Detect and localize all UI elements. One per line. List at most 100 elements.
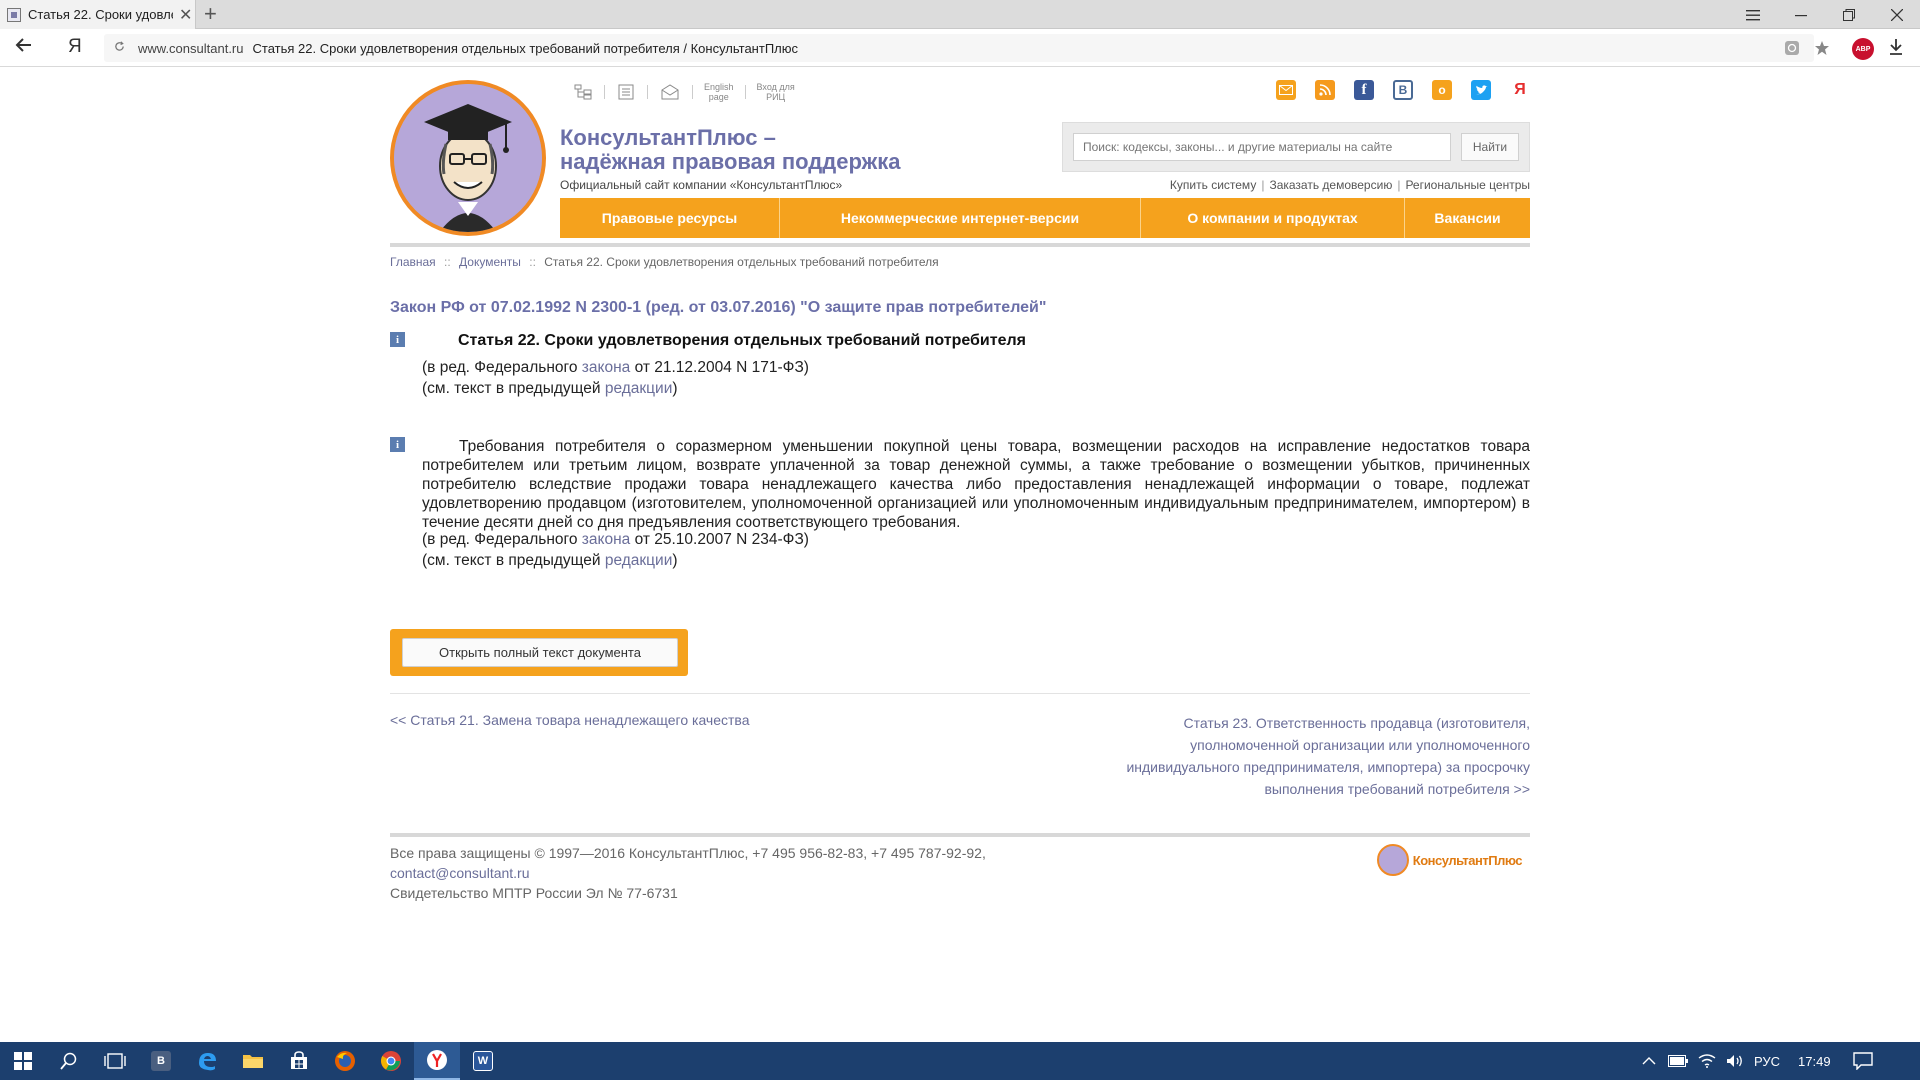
breadcrumb-documents[interactable]: Документы [459, 255, 521, 269]
protect-icon[interactable] [1782, 38, 1802, 58]
taskbar-chrome[interactable] [368, 1042, 414, 1080]
link-separator: | [1397, 178, 1401, 192]
menu-icon[interactable] [1730, 0, 1776, 29]
professor-mini-icon [1376, 844, 1409, 876]
volume-icon[interactable] [1726, 1054, 1744, 1068]
breadcrumb-separator: :: [529, 255, 536, 269]
nav-noncommercial-versions[interactable]: Некоммерческие интернет-версии [780, 198, 1141, 238]
download-icon[interactable] [1888, 38, 1904, 56]
professor-logo[interactable] [390, 80, 546, 236]
vkontakte-icon[interactable]: В [1393, 80, 1413, 100]
chevron-up-icon[interactable] [1642, 1056, 1656, 1066]
nav-about-company[interactable]: О компании и продуктах [1141, 198, 1405, 238]
taskbar-yandex-browser[interactable] [414, 1042, 460, 1080]
print-icon[interactable] [617, 84, 635, 100]
edition-link[interactable]: редакции [605, 380, 673, 397]
info-icon[interactable]: i [390, 332, 405, 347]
nav-vacancies[interactable]: Вакансии [1405, 198, 1530, 238]
brand-subtitle: Официальный сайт компании «КонсультантПл… [560, 178, 843, 192]
regional-centers-link[interactable]: Региональные центры [1405, 178, 1530, 192]
rss-icon[interactable] [1315, 80, 1335, 100]
tab-title: Статья 22. Сроки удовле [28, 7, 173, 22]
top-links: Купить систему | Заказать демоверсию | Р… [1170, 178, 1530, 192]
nav-legal-resources[interactable]: Правовые ресурсы [560, 198, 780, 238]
yandex-icon[interactable]: Я [1510, 80, 1530, 100]
chrome-icon [381, 1051, 401, 1071]
start-button[interactable] [0, 1042, 46, 1080]
taskbar-firefox[interactable] [322, 1042, 368, 1080]
icon-separator [744, 85, 746, 99]
notifications-icon[interactable] [1852, 1052, 1873, 1070]
brand-slogan: КонсультантПлюс – надёжная правовая подд… [560, 125, 901, 174]
buy-system-link[interactable]: Купить систему [1170, 178, 1256, 192]
footer-logo[interactable]: КонсультантПлюс [1376, 844, 1523, 876]
certificate-text: Свидетельство МПТР России Эл № 77-6731 [390, 885, 678, 901]
footer-logo-text: КонсультантПлюс [1412, 852, 1523, 868]
taskbar-explorer[interactable] [230, 1042, 276, 1080]
breadcrumb-home[interactable]: Главная [390, 255, 436, 269]
task-view-button[interactable] [92, 1042, 138, 1080]
info-icon[interactable]: i [390, 437, 405, 452]
english-page-link[interactable]: English page [704, 82, 734, 102]
article-paragraph: Требования потребителя о соразмерном уме… [422, 438, 1530, 531]
next-article-link[interactable]: Статья 23. Ответственность продавца (изг… [1090, 712, 1530, 800]
main-navigation: Правовые ресурсы Некоммерческие интернет… [560, 198, 1530, 238]
store-icon [291, 1051, 307, 1069]
odnoklassniki-icon[interactable]: о [1432, 80, 1452, 100]
professor-caricature-icon [394, 84, 542, 232]
input-language[interactable]: РУС [1754, 1054, 1780, 1069]
tab-bar: Статья 22. Сроки удовле ✕ + [0, 0, 1920, 29]
breadcrumb-separator: :: [444, 255, 451, 269]
footer-divider [390, 833, 1530, 837]
link-separator: | [1261, 178, 1265, 192]
bookmark-star-icon[interactable] [1812, 38, 1832, 58]
email-subscribe-icon[interactable] [1276, 80, 1296, 100]
new-tab-button[interactable]: + [204, 2, 217, 26]
breadcrumb: Главная :: Документы :: Статья 22. Сроки… [390, 255, 939, 269]
close-icon [1891, 8, 1903, 21]
restore-button[interactable] [1826, 0, 1872, 29]
order-demo-link[interactable]: Заказать демоверсию [1269, 178, 1392, 192]
search-input[interactable] [1073, 133, 1451, 161]
adblock-icon[interactable]: ABP [1852, 38, 1874, 60]
contact-email-link[interactable]: contact@consultant.ru [390, 863, 986, 883]
edition-link[interactable]: редакции [605, 552, 673, 569]
url-field[interactable]: www.consultant.ru Статья 22. Сроки удовл… [104, 34, 1829, 62]
open-full-text-panel: Открыть полный текст документа [390, 629, 688, 676]
facebook-icon[interactable]: f [1354, 80, 1374, 100]
twitter-icon[interactable] [1471, 80, 1491, 100]
restore-icon [1843, 8, 1855, 21]
search-button[interactable] [46, 1042, 92, 1080]
mail-icon[interactable] [660, 84, 680, 100]
taskbar-edge[interactable] [184, 1042, 230, 1080]
back-arrow-icon[interactable] [14, 35, 34, 55]
divider [390, 693, 1530, 694]
reload-icon[interactable] [108, 41, 130, 55]
taskbar-store[interactable] [276, 1042, 322, 1080]
browser-tab[interactable]: Статья 22. Сроки удовле ✕ [0, 0, 196, 29]
url-domain: www.consultant.ru [138, 40, 244, 56]
minimize-button[interactable] [1778, 0, 1824, 29]
previous-article-link[interactable]: << Статья 21. Замена товара ненадлежащег… [390, 712, 750, 728]
battery-icon[interactable] [1668, 1055, 1688, 1067]
windows-taskbar: B W РУС 17:49 [0, 1042, 1920, 1080]
icon-separator [647, 85, 648, 99]
taskbar-app-b[interactable]: B [138, 1042, 184, 1080]
open-full-text-button[interactable]: Открыть полный текст документа [402, 638, 678, 667]
search-button[interactable]: Найти [1461, 133, 1519, 161]
law-link[interactable]: закона [582, 531, 630, 548]
wifi-icon[interactable] [1698, 1054, 1716, 1068]
rits-login-link[interactable]: Вход для РИЦ [757, 82, 795, 102]
clock-time[interactable]: 17:49 [1798, 1054, 1831, 1069]
windows-logo-icon [14, 1052, 32, 1070]
footer-info: Все права защищены © 1997—2016 Консульта… [390, 843, 986, 903]
taskbar-word[interactable]: W [460, 1042, 506, 1080]
sitemap-icon[interactable] [574, 84, 592, 100]
folder-icon [243, 1055, 263, 1068]
url-page-title: Статья 22. Сроки удовлетворения отдельны… [252, 40, 799, 56]
close-tab-icon[interactable]: ✕ [179, 5, 192, 25]
yandex-home-button[interactable]: Я [68, 36, 82, 58]
close-window-button[interactable] [1874, 0, 1920, 29]
law-link[interactable]: закона [582, 359, 630, 376]
hamburger-icon [1746, 9, 1760, 20]
